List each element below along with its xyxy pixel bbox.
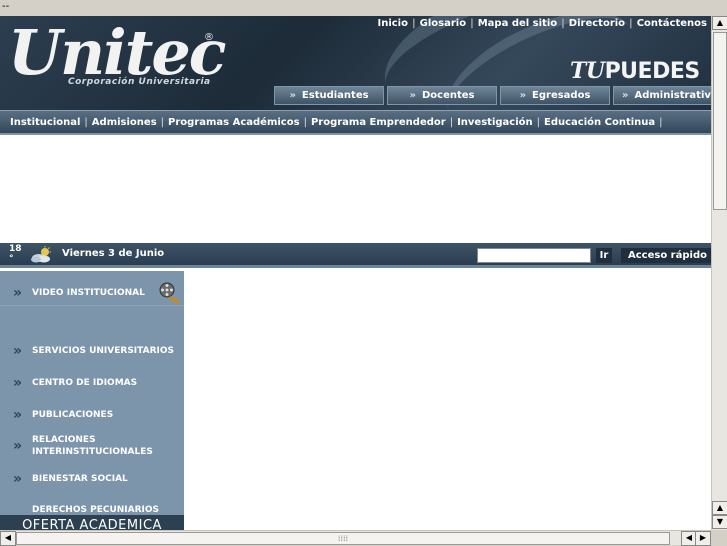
- banner-area: [0, 135, 711, 243]
- current-date: Viernes 3 de Junio: [62, 248, 165, 259]
- chevron-right-icon: »: [12, 343, 22, 359]
- arrow-icon: »: [289, 90, 296, 101]
- menu-programa-emprendedor[interactable]: Programa Emprendedor: [307, 117, 450, 128]
- sidebar-item-centro-de-idiomas[interactable]: » CENTRO DE IDIOMAS: [0, 375, 184, 391]
- search-input[interactable]: [477, 248, 591, 263]
- chevron-right-icon: »: [12, 438, 22, 454]
- go-button[interactable]: Ir: [596, 248, 612, 263]
- temperature-value: 18: [9, 244, 22, 254]
- tab-docentes[interactable]: » Docentes: [387, 86, 497, 105]
- chevron-right-icon: »: [12, 471, 22, 487]
- tab-label: Egresados: [532, 90, 591, 101]
- chevron-right-icon: »: [12, 285, 22, 301]
- scroll-right-icon[interactable]: ▶: [695, 531, 711, 546]
- tab-administrativos[interactable]: » Administrativos: [613, 86, 711, 105]
- sidebar-item-relaciones-interinstitucionales[interactable]: » RELACIONES INTERINSTITUCIONALES: [0, 433, 184, 459]
- arrow-icon: »: [409, 90, 416, 101]
- film-reel-icon[interactable]: [158, 281, 182, 305]
- role-tabs: » Estudiantes » Docentes » Egresados » Admin…: [274, 86, 711, 106]
- vertical-scrollbar[interactable]: ▲ ▲ ▼: [711, 16, 727, 530]
- page-viewport: Unitec ® Corporación Universitaria Inici…: [0, 16, 711, 530]
- menu-investigacion[interactable]: Investigación: [453, 117, 537, 128]
- tab-estudiantes[interactable]: » Estudiantes: [274, 86, 384, 105]
- arrow-icon: »: [519, 90, 527, 101]
- main-menu: Institucional | Admisiones | Programas Aca…: [0, 110, 711, 133]
- sidebar-item-label: VIDEO INSTITUCIONAL: [32, 288, 145, 298]
- left-sidebar: » VIDEO INSTITUCIONAL » SERVICIOS UNIVER…: [0, 271, 184, 530]
- scroll-down-icon[interactable]: ▼: [712, 515, 727, 529]
- top-link-inicio[interactable]: Inicio: [373, 18, 412, 34]
- tab-label: Administrativos: [634, 90, 711, 101]
- top-link-directorio[interactable]: Directorio: [565, 18, 629, 34]
- partly-cloudy-icon: [31, 246, 51, 263]
- chevron-right-icon: »: [12, 375, 22, 391]
- chevron-right-icon: »: [12, 407, 22, 423]
- arrow-icon: »: [622, 90, 629, 101]
- oferta-academica-button[interactable]: OFERTA ACADEMICA: [0, 515, 184, 530]
- scroll-up-icon[interactable]: ▲: [712, 501, 727, 515]
- tagline-tu: TU: [570, 58, 605, 84]
- browser-window: -- Unitec ® Corporación Universitaria In…: [0, 0, 727, 546]
- sidebar-item-label: CENTRO DE IDIOMAS: [32, 378, 138, 388]
- menu-educacion-continua[interactable]: Educación Continua: [540, 117, 659, 128]
- separator: |: [659, 116, 663, 128]
- tagline-puedes: PUEDES: [604, 59, 701, 84]
- top-link-glosario[interactable]: Glosario: [416, 18, 470, 34]
- horizontal-scroll-thumb[interactable]: ⁞⁞⁞⁞: [16, 532, 670, 545]
- site-header: Unitec ® Corporación Universitaria Inici…: [0, 16, 711, 110]
- sidebar-item-publicaciones[interactable]: » PUBLICACIONES: [0, 407, 184, 423]
- tab-label: Docentes: [421, 90, 475, 101]
- scroll-up-icon[interactable]: ▲: [712, 16, 727, 30]
- menu-admisiones[interactable]: Admisiones: [88, 117, 161, 128]
- sidebar-item-label: SERVICIOS UNIVERSITARIOS: [32, 346, 174, 356]
- sidebar-item-label: BIENESTAR SOCIAL: [32, 474, 128, 484]
- temperature-unit: °: [9, 254, 14, 264]
- divider: [0, 305, 184, 306]
- window-title: --: [0, 0, 727, 16]
- menu-programas-academicos[interactable]: Programas Académicos: [164, 117, 304, 128]
- scroll-left-icon[interactable]: ◀: [0, 531, 16, 546]
- sidebar-item-video-institucional[interactable]: » VIDEO INSTITUCIONAL: [0, 285, 184, 301]
- logo-subtitle: Corporación Universitaria: [68, 77, 211, 87]
- temperature: 18 °: [9, 244, 22, 264]
- vertical-scroll-thumb[interactable]: [713, 32, 727, 210]
- tab-egresados[interactable]: » Egresados: [500, 86, 610, 105]
- scrollbar-corner: [711, 530, 727, 545]
- sidebar-item-label: RELACIONES INTERINSTITUCIONALES: [32, 435, 153, 457]
- logo-registered-mark: ®: [204, 32, 214, 43]
- sidebar-item-servicios-universitarios[interactable]: » SERVICIOS UNIVERSITARIOS: [0, 343, 184, 359]
- tab-label: Estudiantes: [301, 90, 369, 101]
- top-link-mapa[interactable]: Mapa del sitio: [474, 18, 561, 34]
- horizontal-scrollbar[interactable]: ◀ ⁞⁞⁞⁞ ◀ ▶: [0, 530, 711, 546]
- top-link-contactenos[interactable]: Contáctenos: [633, 18, 711, 34]
- top-links: Inicio | Glosario | Mapa del sitio | Direct…: [373, 18, 711, 34]
- quick-access-select[interactable]: Acceso rápido: [621, 248, 711, 263]
- sidebar-item-label: PUBLICACIONES: [32, 410, 114, 420]
- menu-institucional[interactable]: Institucional: [6, 117, 84, 128]
- tagline: TUPUEDES: [570, 58, 700, 84]
- date-bar: 18 ° Viernes 3 de Junio Ir Acceso rápido: [0, 243, 711, 268]
- sidebar-item-bienestar-social[interactable]: » BIENESTAR SOCIAL: [0, 471, 184, 487]
